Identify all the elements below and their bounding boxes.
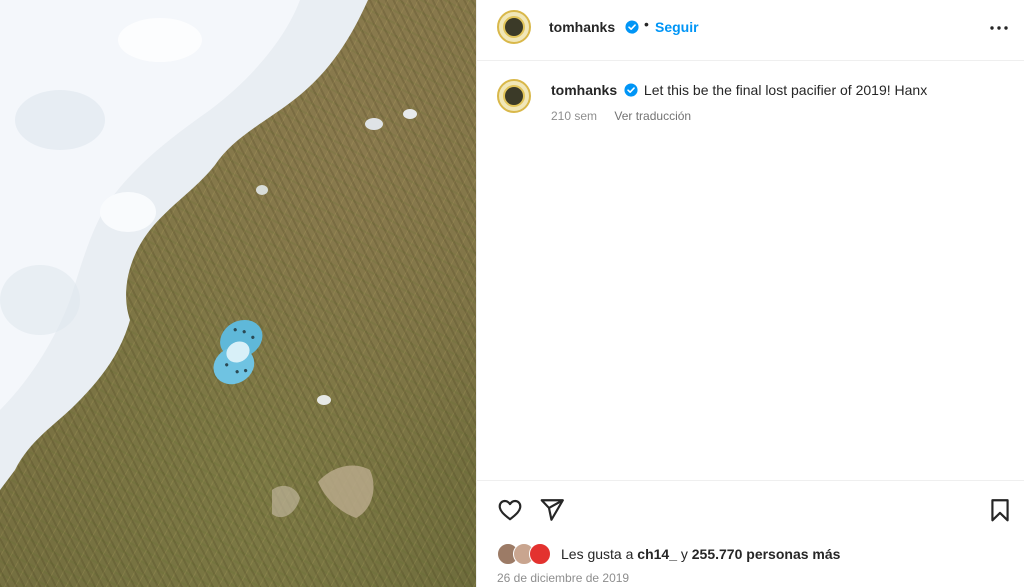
avatar[interactable] [497, 10, 531, 44]
heart-icon[interactable] [497, 497, 523, 523]
caption: tomhanks Let this be the final lost paci… [551, 82, 927, 98]
liker-avatars[interactable] [497, 543, 553, 565]
post-photo[interactable] [0, 0, 476, 587]
paper-plane-icon[interactable] [539, 497, 565, 523]
translate-link[interactable]: Ver traducción [614, 109, 691, 123]
header-username[interactable]: tomhanks [549, 19, 615, 35]
avatar [529, 543, 551, 565]
bookmark-icon[interactable] [987, 497, 1013, 523]
separator-dot: • [644, 16, 649, 32]
post-age: 210 sem [551, 109, 598, 123]
caption-username[interactable]: tomhanks [551, 82, 617, 98]
post-side-panel: tomhanks • Seguir tomhanks Let this be t… [477, 0, 1024, 587]
follow-button[interactable]: Seguir [655, 19, 699, 35]
likes-user-link[interactable]: ch14_ [637, 546, 677, 562]
likes-summary: Les gusta a ch14_ y 255.770 personas más [497, 543, 840, 565]
likes-middle: y [680, 546, 688, 562]
likes-count-link[interactable]: 255.770 personas más [692, 546, 841, 562]
caption-meta: 210 sem Ver traducción [551, 109, 705, 123]
likes-prefix: Les gusta a [561, 546, 634, 562]
pacifier [213, 319, 263, 385]
caption-avatar[interactable] [497, 79, 531, 113]
more-options-icon[interactable] [987, 16, 1011, 40]
likes-text: Les gusta a ch14_ y 255.770 personas más [561, 546, 840, 562]
caption-text: Let this be the final lost pacifier of 2… [643, 82, 928, 98]
photo-scene [0, 0, 417, 518]
verified-badge-icon [625, 20, 639, 34]
dry-leaf [318, 465, 374, 518]
verified-badge-icon [624, 83, 638, 97]
instagram-post: tomhanks • Seguir tomhanks Let this be t… [0, 0, 1024, 587]
action-bar: Les gusta a ch14_ y 255.770 personas más… [477, 480, 1024, 588]
post-date: 26 de diciembre de 2019 [497, 571, 630, 585]
post-header: tomhanks • Seguir [477, 0, 1024, 61]
